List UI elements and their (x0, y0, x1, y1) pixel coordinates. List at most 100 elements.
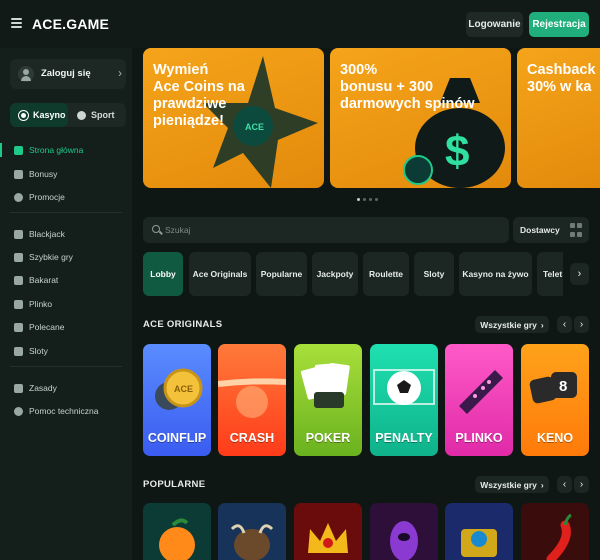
headset-icon (14, 406, 23, 416)
home-icon (14, 145, 23, 155)
svg-text:$: $ (445, 127, 469, 176)
svg-text:ACE: ACE (174, 384, 193, 394)
login-card[interactable]: Zaloguj się › (10, 59, 126, 89)
sidebar-item-support[interactable]: Pomoc techniczna (0, 401, 132, 421)
providers-icon (570, 223, 582, 237)
game-tile-crash[interactable]: CRASH (218, 344, 286, 456)
search-icon (152, 225, 160, 233)
game-tile-plinko[interactable]: PLINKO (445, 344, 513, 456)
tab-tv-games[interactable]: Telet (537, 252, 563, 296)
game-tile-popular[interactable] (294, 503, 362, 560)
providers-label: Dostawcy (520, 225, 560, 235)
originals-next-button[interactable]: › (574, 316, 589, 333)
carousel-dots[interactable] (357, 198, 378, 201)
sidebar-item-label: Bonusy (29, 169, 58, 179)
sidebar-item-home[interactable]: Strona główna (0, 140, 132, 160)
login-card-label: Zaloguj się (41, 68, 91, 79)
svg-text:ACE: ACE (245, 122, 264, 132)
sidebar-item-label: Polecane (29, 322, 65, 332)
popular-prev-button[interactable]: ‹ (557, 476, 572, 493)
all-games-label: Wszystkie gry (480, 479, 537, 490)
sidebar-item-quick-games[interactable]: Szybkie gry (0, 247, 132, 267)
mode-toggle: Kasyno Sport (10, 103, 126, 127)
game-tile-popular[interactable] (143, 503, 211, 560)
sidebar-item-plinko[interactable]: Plinko (0, 294, 132, 314)
sidebar-item-promotions[interactable]: Promocje (0, 187, 132, 207)
originals-prev-button[interactable]: ‹ (557, 316, 572, 333)
game-tile-name: POKER (305, 431, 351, 445)
search-bar[interactable] (143, 217, 509, 243)
mode-sport-tab[interactable]: Sport (68, 103, 126, 127)
game-tile-keno[interactable]: 8 KENO (521, 344, 589, 456)
menu-icon[interactable] (11, 18, 22, 28)
document-icon (14, 383, 23, 393)
promo-banner-bonus[interactable]: $ 300% bonusu + 300 darmowych spinów (330, 48, 511, 188)
sidebar-item-label: Szybkie gry (29, 252, 73, 262)
game-tile-popular[interactable] (218, 503, 286, 560)
mode-label: Kasyno (33, 110, 66, 120)
mode-kasyno-tab[interactable]: Kasyno (10, 103, 68, 127)
game-tile-popular[interactable] (521, 503, 589, 560)
buffalo-icon (230, 524, 274, 560)
sidebar-item-label: Plinko (29, 299, 53, 309)
chevron-right-icon: › (540, 479, 544, 490)
sidebar-item-label: Pomoc techniczna (29, 406, 99, 416)
ball-icon (77, 110, 86, 120)
game-tile-coinflip[interactable]: ACE COINFLIP (143, 344, 211, 456)
game-tile-name: CRASH (229, 431, 275, 445)
lightning-icon (14, 252, 23, 262)
site-logo[interactable]: ACE.GAME (32, 16, 109, 32)
tab-ace-originals[interactable]: Ace Originals (189, 252, 251, 296)
sidebar-item-label: Sloty (29, 346, 48, 356)
sidebar-item-label: Zasady (29, 383, 57, 393)
promo-banner-cashback[interactable]: Cashback 30% w ka (517, 48, 600, 188)
sidebar-item-label: Strona główna (29, 145, 84, 155)
game-tile-name: KENO (536, 431, 574, 445)
percent-icon (14, 192, 23, 202)
login-button[interactable]: Logowanie (466, 12, 523, 37)
popular-next-button[interactable]: › (574, 476, 589, 493)
divider (10, 212, 122, 213)
sidebar-item-baccarat[interactable]: Bakarat (0, 270, 132, 290)
svg-text:8: 8 (559, 378, 567, 395)
section-title-popular: POPULARNE (143, 479, 206, 490)
chevron-right-icon: › (118, 66, 122, 80)
tab-live-casino[interactable]: Kasyno na żywo (459, 252, 532, 296)
categories-next-button[interactable]: › (570, 263, 589, 285)
sidebar-item-slots[interactable]: Sloty (0, 341, 132, 361)
chili-pepper-icon (546, 513, 572, 560)
sidebar-item-blackjack[interactable]: Blackjack (0, 224, 132, 244)
all-games-label: Wszystkie gry (480, 319, 537, 330)
category-tabs: Lobby Ace Originals Popularne Jackpoty R… (143, 252, 563, 296)
tab-jackpots[interactable]: Jackpoty (312, 252, 358, 296)
banner-text: Wymień Ace Coins na prawdziwe pieniądze! (153, 62, 245, 129)
game-tile-popular[interactable] (370, 503, 438, 560)
top-bar: ACE.GAME Logowanie Rejestracja (0, 0, 600, 48)
mode-label: Sport (91, 110, 115, 120)
sidebar-item-recommended[interactable]: Polecane (0, 317, 132, 337)
all-games-button[interactable]: Wszystkie gry › (475, 316, 549, 333)
all-games-button[interactable]: Wszystkie gry › (475, 476, 549, 493)
sidebar: Zaloguj się › Kasyno Sport Strona główna… (0, 48, 132, 560)
train-icon (461, 529, 497, 557)
sidebar-item-bonuses[interactable]: Bonusy (0, 164, 132, 184)
sidebar-item-label: Bakarat (29, 275, 59, 285)
tab-slots[interactable]: Sloty (414, 252, 454, 296)
sidebar-item-label: Promocje (29, 192, 65, 202)
search-input[interactable] (165, 222, 465, 238)
tab-roulette[interactable]: Roulette (363, 252, 409, 296)
register-button[interactable]: Rejestracja (529, 12, 589, 37)
banner-text: Cashback 30% w ka (527, 62, 596, 95)
user-icon (18, 66, 34, 82)
game-tile-popular[interactable] (445, 503, 513, 560)
sidebar-item-rules[interactable]: Zasady (0, 378, 132, 398)
promo-banner-ace-coins[interactable]: ACE Wymień Ace Coins na prawdziwe pienią… (143, 48, 324, 188)
banner-text: 300% bonusu + 300 darmowych spinów (340, 62, 475, 112)
game-tile-poker[interactable]: POKER (294, 344, 362, 456)
tab-lobby[interactable]: Lobby (143, 252, 183, 296)
spade-icon (14, 275, 23, 285)
chevron-right-icon: › (540, 319, 544, 330)
tab-popular[interactable]: Popularne (256, 252, 307, 296)
providers-dropdown[interactable]: Dostawcy (513, 217, 589, 243)
game-tile-penalty[interactable]: PENALTY (370, 344, 438, 456)
